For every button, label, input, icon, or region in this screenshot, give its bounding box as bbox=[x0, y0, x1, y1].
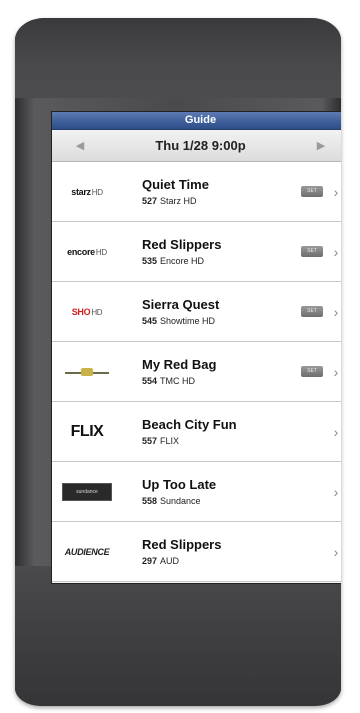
prev-day-button[interactable]: ◀ bbox=[60, 130, 100, 161]
logo-text: AUDIENCE bbox=[64, 546, 110, 557]
logo-suffix: HD bbox=[91, 307, 103, 317]
left-triangle-icon: ◀ bbox=[75, 140, 85, 152]
program-info: Beach City Fun 557 FLIX bbox=[122, 417, 327, 447]
chevron-right-icon: › bbox=[333, 363, 339, 380]
channel-number: 527 bbox=[142, 195, 158, 206]
chevron-right-icon: › bbox=[333, 483, 339, 500]
channel-logo-flix: FLIX bbox=[52, 402, 122, 461]
date-navigation-bar: ◀ Thu 1/28 9:00p ▶ bbox=[52, 130, 341, 162]
program-channel: 558 Sundance bbox=[142, 495, 327, 507]
channel-name: AUD bbox=[160, 555, 180, 566]
logo-suffix: HD bbox=[91, 187, 103, 197]
channel-logo-tmc bbox=[52, 342, 122, 401]
device-top-bezel bbox=[15, 18, 341, 98]
program-row-showtime[interactable]: SHOHD Sierra Quest 545 Showtime HD SET › bbox=[52, 282, 341, 342]
logo-suffix: HD bbox=[95, 247, 107, 257]
program-row-flix[interactable]: FLIX Beach City Fun 557 FLIX › bbox=[52, 402, 341, 462]
right-triangle-icon: ▶ bbox=[316, 140, 326, 152]
logo-text: SHO bbox=[71, 306, 91, 317]
program-channel: 527 Starz HD bbox=[142, 195, 301, 207]
channel-number: 554 bbox=[142, 375, 158, 386]
chevron-right-icon: › bbox=[333, 243, 339, 260]
channel-name: FLIX bbox=[160, 435, 180, 446]
logo-text: starz bbox=[71, 186, 91, 197]
program-title: Quiet Time bbox=[142, 176, 209, 192]
channel-number: 535 bbox=[142, 255, 158, 266]
record-badge[interactable]: SET bbox=[301, 186, 323, 197]
program-info: Red Slippers 297 AUD bbox=[122, 537, 327, 567]
guide-screen: Guide ◀ Thu 1/28 9:00p ▶ starzHD Quiet T… bbox=[52, 112, 341, 583]
chevron-right-icon: › bbox=[333, 183, 339, 200]
program-row-audience[interactable]: AUDIENCE Red Slippers 297 AUD › bbox=[52, 522, 341, 582]
tmc-logo-graphic bbox=[63, 366, 111, 378]
logo-text: sundance bbox=[62, 482, 112, 501]
program-info: Up Too Late 558 Sundance bbox=[122, 477, 327, 507]
date-label: Thu 1/28 9:00p bbox=[155, 138, 246, 153]
channel-name: Encore HD bbox=[160, 255, 205, 266]
channel-number: 557 bbox=[142, 435, 158, 446]
program-channel: 554 TMC HD bbox=[142, 375, 301, 387]
record-badge[interactable]: SET bbox=[301, 246, 323, 257]
program-row-starz[interactable]: starzHD Quiet Time 527 Starz HD SET › bbox=[52, 162, 341, 222]
program-info: Sierra Quest 545 Showtime HD bbox=[122, 297, 301, 327]
chevron-right-icon: › bbox=[333, 423, 339, 440]
channel-name: Sundance bbox=[160, 495, 201, 506]
channel-number: 558 bbox=[142, 495, 158, 506]
channel-name: TMC HD bbox=[160, 375, 196, 386]
program-channel: 297 AUD bbox=[142, 555, 327, 567]
program-channel: 557 FLIX bbox=[142, 435, 327, 447]
channel-number: 297 bbox=[142, 555, 158, 566]
logo-text: encore bbox=[67, 246, 95, 257]
phone-device: Guide ◀ Thu 1/28 9:00p ▶ starzHD Quiet T… bbox=[15, 18, 341, 706]
device-bottom-bezel bbox=[15, 566, 341, 706]
channel-name: Starz HD bbox=[160, 195, 197, 206]
chevron-right-icon: › bbox=[333, 543, 339, 560]
next-day-button[interactable]: ▶ bbox=[301, 130, 341, 161]
channel-name: Showtime HD bbox=[160, 315, 216, 326]
program-title: Sierra Quest bbox=[142, 296, 220, 312]
program-title: Red Slippers bbox=[142, 236, 222, 252]
channel-logo-starz: starzHD bbox=[52, 162, 122, 221]
logo-text: FLIX bbox=[70, 422, 104, 440]
program-channel: 535 Encore HD bbox=[142, 255, 301, 267]
program-channel: 545 Showtime HD bbox=[142, 315, 301, 327]
program-title: Beach City Fun bbox=[142, 416, 237, 432]
channel-logo-showtime: SHOHD bbox=[52, 282, 122, 341]
program-row-sundance[interactable]: sundance Up Too Late 558 Sundance › bbox=[52, 462, 341, 522]
record-badge[interactable]: SET bbox=[301, 306, 323, 317]
channel-number: 545 bbox=[142, 315, 158, 326]
program-title: My Red Bag bbox=[142, 356, 217, 372]
program-row-tmc[interactable]: My Red Bag 554 TMC HD SET › bbox=[52, 342, 341, 402]
program-row-encore[interactable]: encoreHD Red Slippers 535 Encore HD SET › bbox=[52, 222, 341, 282]
program-info: Quiet Time 527 Starz HD bbox=[122, 177, 301, 207]
record-badge[interactable]: SET bbox=[301, 366, 323, 377]
channel-logo-sundance: sundance bbox=[52, 462, 122, 521]
program-title: Up Too Late bbox=[142, 476, 217, 492]
chevron-right-icon: › bbox=[333, 303, 339, 320]
program-info: My Red Bag 554 TMC HD bbox=[122, 357, 301, 387]
screen-title: Guide bbox=[52, 112, 341, 130]
program-title: Red Slippers bbox=[142, 536, 222, 552]
channel-logo-encore: encoreHD bbox=[52, 222, 122, 281]
program-info: Red Slippers 535 Encore HD bbox=[122, 237, 301, 267]
channel-logo-audience: AUDIENCE bbox=[52, 522, 122, 581]
